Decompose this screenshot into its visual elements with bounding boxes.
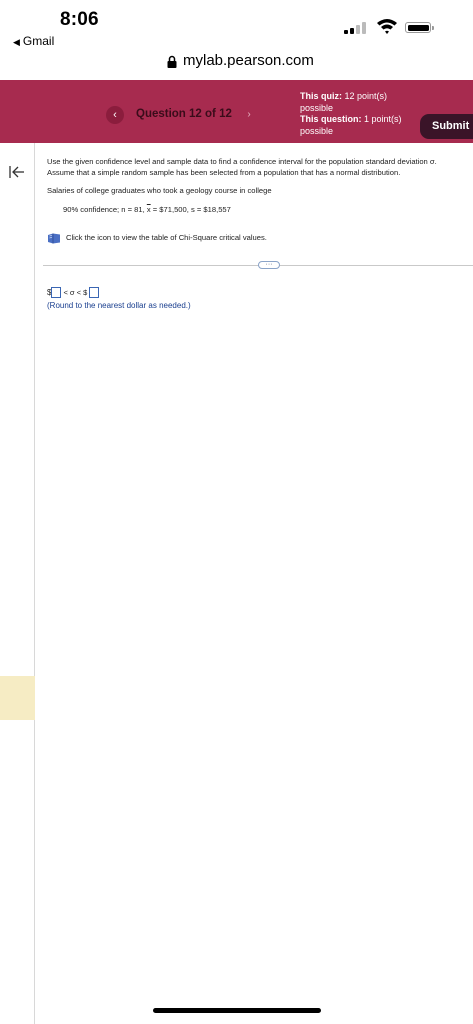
sigma-inequality: < σ < $ — [63, 288, 88, 297]
panel-highlight — [0, 676, 35, 720]
upper-bound-input[interactable] — [89, 287, 100, 299]
question-label[interactable]: Question 12 of 12 — [136, 108, 232, 120]
question-navigator: ‹ Question 12 of 12 › — [106, 102, 256, 128]
wifi-icon — [377, 19, 397, 34]
book-icon[interactable] — [47, 233, 61, 244]
back-triangle-icon: ◀ — [13, 37, 20, 47]
instruction-line-1: Use the given confidence level and sampl… — [47, 157, 437, 166]
x-bar-symbol: x — [146, 205, 151, 214]
expand-more-button[interactable]: ··· — [258, 261, 280, 269]
data-prefix: 90% confidence; n = 81, — [63, 205, 145, 214]
instruction-line-2: Assume that a simple random sample has b… — [47, 168, 401, 177]
back-app-label: Gmail — [22, 34, 55, 48]
battery-icon — [405, 22, 434, 33]
sample-data: 90% confidence; n = 81, x = $71,500, s =… — [63, 204, 473, 215]
submit-button[interactable]: Submit — [420, 114, 473, 139]
question-body: Use the given confidence level and sampl… — [47, 156, 473, 215]
signal-icon — [344, 22, 368, 34]
status-bar: 8:06 ◀ Gmail — [0, 0, 473, 50]
question-points-label: This question: — [300, 114, 362, 124]
answer-row: $ < σ < $ — [47, 286, 100, 299]
quiz-points-label: This quiz: — [300, 91, 342, 101]
status-time: 8:06 — [60, 9, 99, 30]
address-bar[interactable]: mylab.pearson.com — [0, 50, 473, 78]
previous-question-button[interactable]: ‹ — [106, 106, 124, 124]
chi-square-table-link[interactable]: Click the icon to view the table of Chi-… — [47, 231, 267, 245]
next-question-button[interactable]: › — [242, 106, 256, 124]
data-suffix: = $71,500, s = $18,557 — [152, 205, 231, 214]
rounding-hint: (Round to the nearest dollar as needed.) — [47, 301, 191, 310]
score-info: This quiz: 12 point(s) possible This que… — [300, 91, 410, 137]
lock-icon — [167, 55, 177, 68]
collapse-panel-icon[interactable] — [9, 165, 25, 179]
chi-square-link-text: Click the icon to view the table of Chi-… — [66, 233, 267, 242]
back-to-app-link[interactable]: ◀ Gmail — [13, 34, 54, 48]
left-panel — [0, 143, 35, 1024]
question-context: Salaries of college graduates who took a… — [47, 186, 272, 195]
url-text: mylab.pearson.com — [183, 52, 314, 69]
home-indicator[interactable] — [153, 1008, 321, 1013]
lower-bound-input[interactable] — [51, 287, 62, 299]
